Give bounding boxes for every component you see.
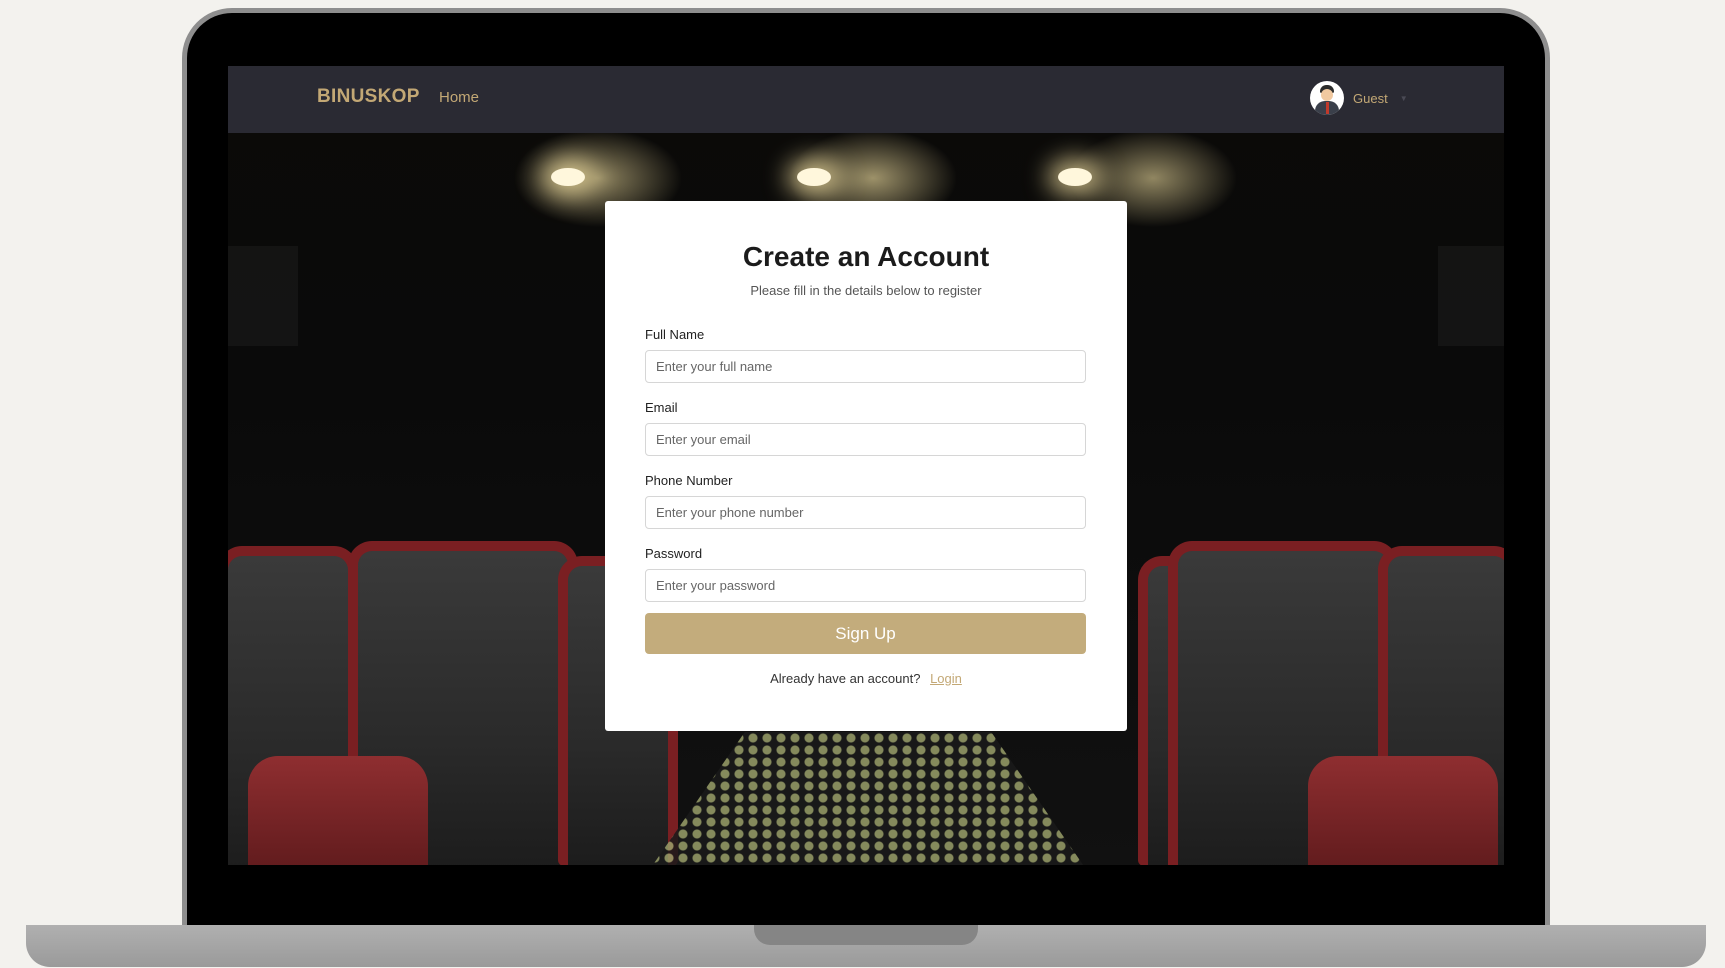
form-title: Create an Account [742,241,990,272]
brand-logo[interactable]: BINUSKOP [317,86,420,108]
login-link[interactable]: Login [930,671,962,686]
full-name-label: Full Name [645,327,705,342]
caret-down-icon[interactable]: ▼ [1400,94,1408,103]
user-avatar-icon[interactable] [1310,81,1344,115]
wall-speaker [228,246,298,346]
full-name-input[interactable] [645,350,1086,383]
login-prompt-text: Already have an account? [770,671,921,686]
phone-label: Phone Number [645,473,733,488]
user-name-label[interactable]: Guest [1353,91,1388,106]
login-prompt: Already have an account? Login [605,671,1127,686]
top-navbar: BINUSKOP Home Guest ▼ [228,66,1504,133]
browser-viewport: BINUSKOP Home Guest ▼ Create an Account … [228,66,1504,865]
phone-input[interactable] [645,496,1086,529]
ceiling-light [1058,168,1092,186]
email-input[interactable] [645,423,1086,456]
password-label: Password [645,546,703,561]
ceiling-light [797,168,831,186]
seat-cushion [248,756,428,865]
form-subtitle: Please fill in the details below to regi… [750,283,982,298]
sign-up-button[interactable]: Sign Up [645,613,1086,654]
ceiling-light [551,168,585,186]
nav-home-link[interactable]: Home [439,89,479,106]
laptop-notch [754,925,978,945]
user-menu[interactable]: Guest ▼ [1310,80,1408,116]
registration-card: Create an Account Please fill in the det… [605,201,1127,731]
password-input[interactable] [645,569,1086,602]
wall-speaker [1438,246,1504,346]
seat-cushion [1308,756,1498,865]
email-label: Email [645,400,678,415]
